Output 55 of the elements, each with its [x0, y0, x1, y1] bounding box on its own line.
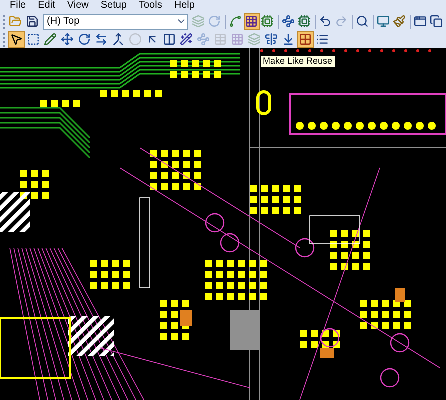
chip-icon — [298, 15, 312, 28]
brush-icon — [393, 15, 406, 28]
grid-icon — [231, 33, 244, 46]
selection-box-icon — [27, 33, 40, 46]
window-icon — [414, 15, 428, 28]
move-icon — [61, 33, 74, 46]
toolbar-button[interactable] — [8, 31, 25, 48]
toolbar-button[interactable] — [161, 31, 178, 48]
toolbar-button[interactable] — [178, 31, 195, 48]
redo-icon — [335, 15, 348, 28]
folder-icon — [9, 15, 22, 28]
search-icon — [356, 15, 370, 28]
circle-icon — [129, 33, 142, 46]
monitor-icon — [377, 15, 390, 28]
layers-icon — [192, 15, 206, 28]
toolbar-button[interactable] — [42, 31, 59, 48]
toolbar-button[interactable] — [263, 31, 280, 48]
menu-item[interactable]: Edit — [38, 1, 56, 11]
rotate-icon — [78, 33, 91, 46]
menu-item[interactable]: Tools — [139, 1, 162, 11]
undo-icon — [319, 15, 332, 28]
wand-icon — [180, 33, 193, 46]
toolbar-button[interactable] — [25, 31, 42, 48]
menu-item[interactable]: View — [67, 1, 89, 11]
windows-icon — [430, 15, 444, 28]
table-icon — [214, 33, 227, 46]
list-icon — [316, 33, 329, 46]
trace-icon — [197, 33, 210, 46]
merge-icon — [112, 33, 125, 46]
toolbar-button[interactable] — [59, 31, 76, 48]
pin-icon — [282, 33, 295, 46]
menu-item[interactable]: File — [10, 1, 26, 11]
layers-icon — [248, 33, 261, 46]
toolbar-button[interactable] — [296, 13, 313, 30]
reuse-grid-icon — [299, 33, 312, 46]
columns-icon — [163, 33, 176, 46]
toolbar-button[interactable] — [244, 13, 260, 30]
swap-icon — [95, 33, 108, 46]
trace-icon — [282, 15, 296, 28]
align-icon — [265, 33, 278, 46]
grid-icon — [245, 15, 258, 28]
pointer-icon — [10, 33, 23, 46]
toolbar-button[interactable] — [428, 13, 445, 30]
menu-item[interactable]: Help — [174, 1, 195, 11]
toolbar-button[interactable] — [280, 13, 297, 30]
toolbar-button[interactable] — [76, 31, 93, 48]
rotate-icon — [208, 15, 222, 28]
toolbar-button[interactable] — [354, 13, 371, 30]
chip-icon — [261, 15, 274, 28]
arrow-icon — [146, 33, 159, 46]
tooltip: Make Like Reuse — [260, 55, 336, 68]
curve-icon — [229, 15, 242, 28]
pencil-icon — [44, 33, 57, 46]
menu-item[interactable]: Setup — [100, 1, 127, 11]
layer-dropdown[interactable]: (H) Top — [43, 14, 188, 30]
